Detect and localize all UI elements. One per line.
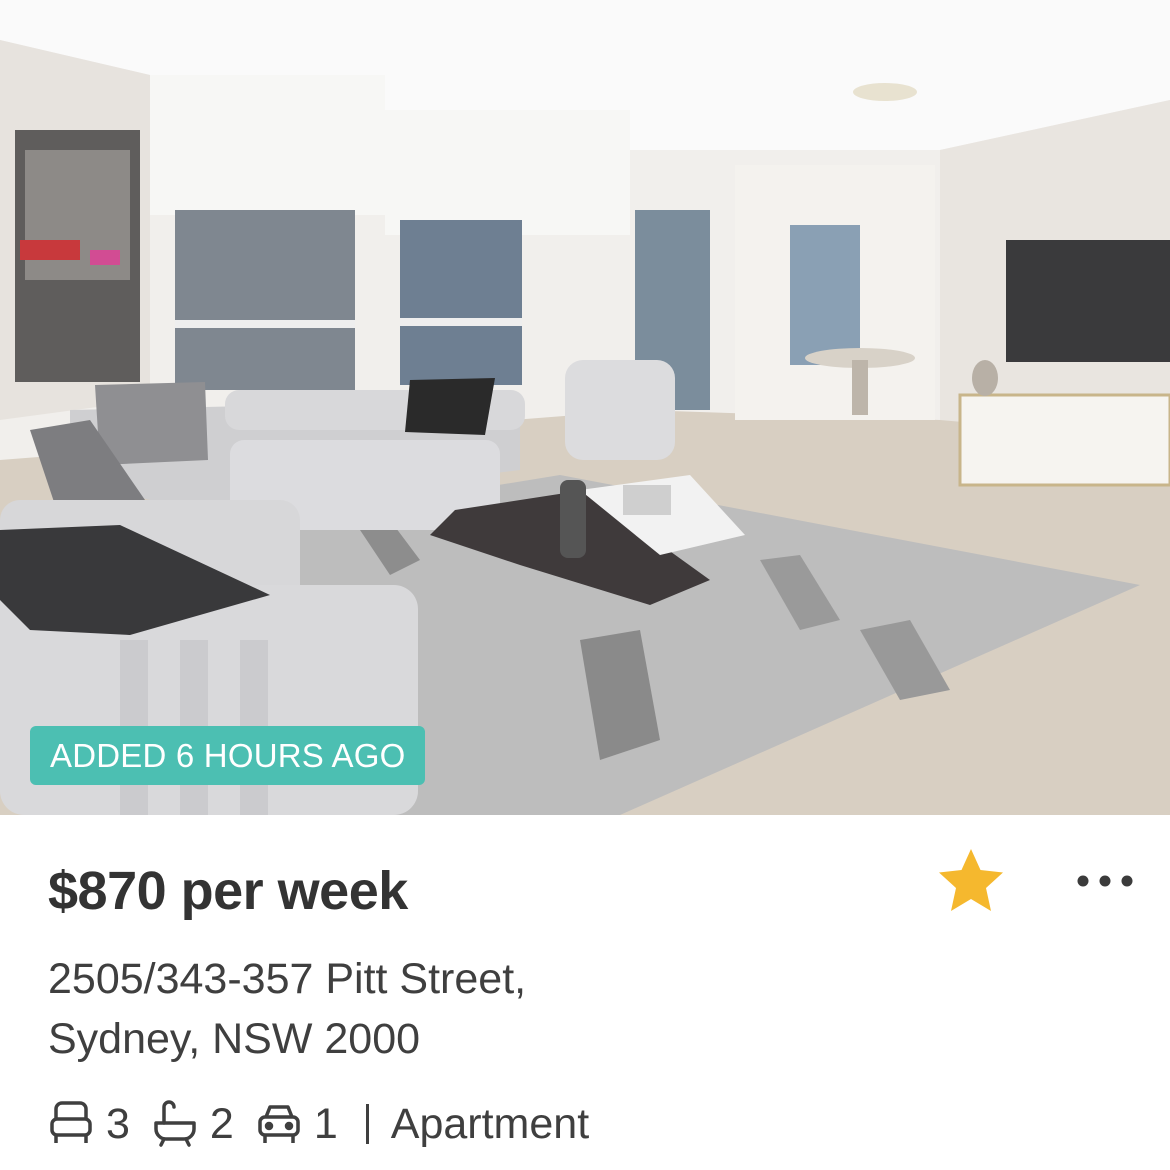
property-features: 3 2 1 Apartment (48, 1095, 589, 1153)
address-line-2: Sydney, NSW 2000 (48, 1015, 421, 1063)
living-room-image (0, 0, 1170, 815)
feature-divider (365, 1104, 369, 1144)
more-options-icon[interactable] (1070, 860, 1140, 902)
listing-card[interactable]: ADDED 6 HOURS AGO $870 per week 2505/343… (0, 0, 1170, 1170)
property-type: Apartment (390, 1099, 590, 1148)
bedroom-count: 3 (106, 1099, 130, 1148)
listing-price: $870 per week (48, 861, 408, 921)
bed-icon (48, 1099, 94, 1149)
bathroom-count: 2 (209, 1099, 234, 1148)
parking-count: 1 (313, 1099, 338, 1148)
address-line-1: 2505/343-357 Pitt Street, (48, 955, 527, 1003)
new-listing-badge: ADDED 6 HOURS AGO (30, 726, 426, 785)
star-icon[interactable] (935, 845, 1007, 917)
bath-icon (152, 1099, 198, 1149)
car-icon (256, 1099, 302, 1149)
listing-photo[interactable]: ADDED 6 HOURS AGO (0, 0, 1170, 815)
